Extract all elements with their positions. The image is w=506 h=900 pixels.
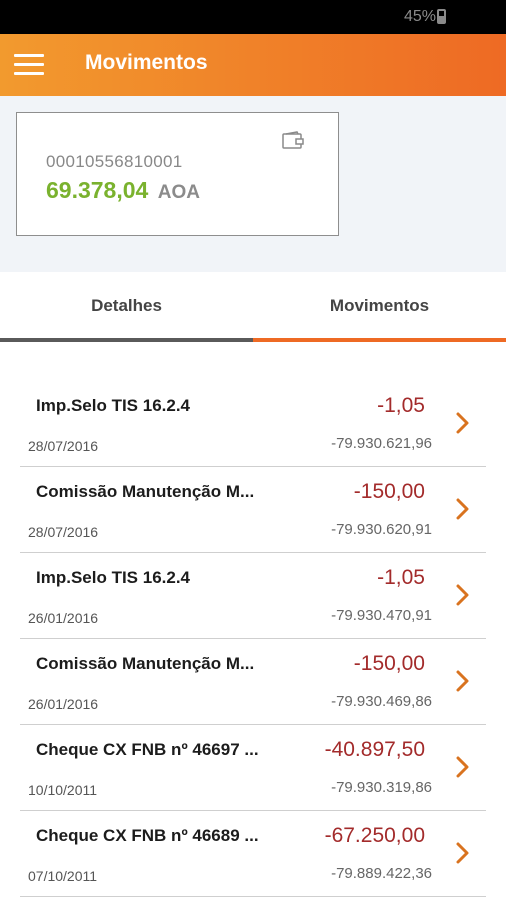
account-balance: 69.378,04 AOA	[46, 177, 200, 204]
app-bar: Movimentos	[0, 34, 506, 96]
account-summary-area: 00010556810001 69.378,04 AOA	[0, 96, 506, 272]
transaction-amount: -67.250,00	[324, 824, 425, 847]
tab-detalhes[interactable]: Detalhes	[0, 272, 253, 342]
tab-movimentos[interactable]: Movimentos	[253, 272, 506, 342]
chevron-right-icon[interactable]	[455, 411, 471, 435]
tab-detalhes-label: Detalhes	[91, 296, 162, 315]
transaction-row[interactable]: Cheque CX FNB nº 46689 ... 07/10/2011 -6…	[0, 811, 506, 897]
tab-bar: Detalhes Movimentos	[0, 272, 506, 342]
chevron-right-icon[interactable]	[455, 755, 471, 779]
transaction-date: 07/10/2011	[28, 868, 98, 884]
transaction-date: 26/01/2016	[28, 610, 99, 626]
transactions-list: Imp.Selo TIS 16.2.4 28/07/2016 -1,05 -79…	[0, 381, 506, 897]
transaction-balance: -79.930.319,86	[331, 779, 432, 796]
chevron-right-icon[interactable]	[455, 583, 471, 607]
transaction-description: Cheque CX FNB nº 46689 ...	[36, 826, 259, 845]
chevron-right-icon[interactable]	[455, 841, 471, 865]
tab-movimentos-label: Movimentos	[329, 296, 430, 315]
chevron-right-icon[interactable]	[455, 497, 471, 521]
transaction-balance: -79.930.621,96	[331, 435, 432, 452]
wallet-icon	[282, 131, 304, 149]
transaction-description: Cheque CX FNB nº 46697 ...	[36, 740, 259, 759]
transaction-description: Comissão Manutenção M...	[36, 482, 255, 501]
transaction-date: 28/07/2016	[28, 438, 99, 454]
page-title: Movimentos	[85, 51, 208, 74]
transaction-description: Imp.Selo TIS 16.2.4	[36, 396, 191, 415]
transaction-balance: -79.930.620,91	[331, 521, 432, 538]
transaction-row[interactable]: Imp.Selo TIS 16.2.4 28/07/2016 -1,05 -79…	[0, 381, 506, 467]
transaction-row[interactable]: Cheque CX FNB nº 46697 ... 10/10/2011 -4…	[0, 725, 506, 811]
transaction-balance: -79.930.470,91	[331, 607, 432, 624]
tab-detalhes-indicator	[0, 338, 253, 342]
balance-amount: 69.378,04	[46, 177, 149, 203]
chevron-right-icon[interactable]	[455, 669, 471, 693]
transaction-balance: -79.930.469,86	[331, 693, 432, 710]
hamburger-menu-icon[interactable]	[14, 52, 44, 78]
battery-level: 45%	[403, 8, 436, 25]
transaction-row[interactable]: Comissão Manutenção M... 26/01/2016 -150…	[0, 639, 506, 725]
transaction-date: 26/01/2016	[28, 696, 99, 712]
transaction-date: 10/10/2011	[28, 782, 98, 798]
transaction-row[interactable]: Comissão Manutenção M... 28/07/2016 -150…	[0, 467, 506, 553]
battery-icon	[437, 9, 446, 24]
status-bar: 45%	[0, 0, 506, 34]
transaction-amount: -150,00	[353, 652, 425, 675]
transaction-amount: -1,05	[377, 394, 425, 417]
row-divider	[20, 896, 486, 897]
account-number: 00010556810001	[46, 152, 183, 171]
transaction-amount: -1,05	[377, 566, 425, 589]
tab-movimentos-indicator	[253, 338, 506, 342]
transaction-amount: -150,00	[353, 480, 425, 503]
transaction-row[interactable]: Imp.Selo TIS 16.2.4 26/01/2016 -1,05 -79…	[0, 553, 506, 639]
account-card[interactable]: 00010556810001 69.378,04 AOA	[16, 112, 339, 236]
balance-currency: AOA	[157, 182, 200, 203]
transaction-balance: -79.889.422,36	[331, 865, 432, 882]
transaction-description: Comissão Manutenção M...	[36, 654, 255, 673]
transaction-description: Imp.Selo TIS 16.2.4	[36, 568, 191, 587]
transaction-amount: -40.897,50	[324, 738, 425, 761]
transaction-date: 28/07/2016	[28, 524, 99, 540]
